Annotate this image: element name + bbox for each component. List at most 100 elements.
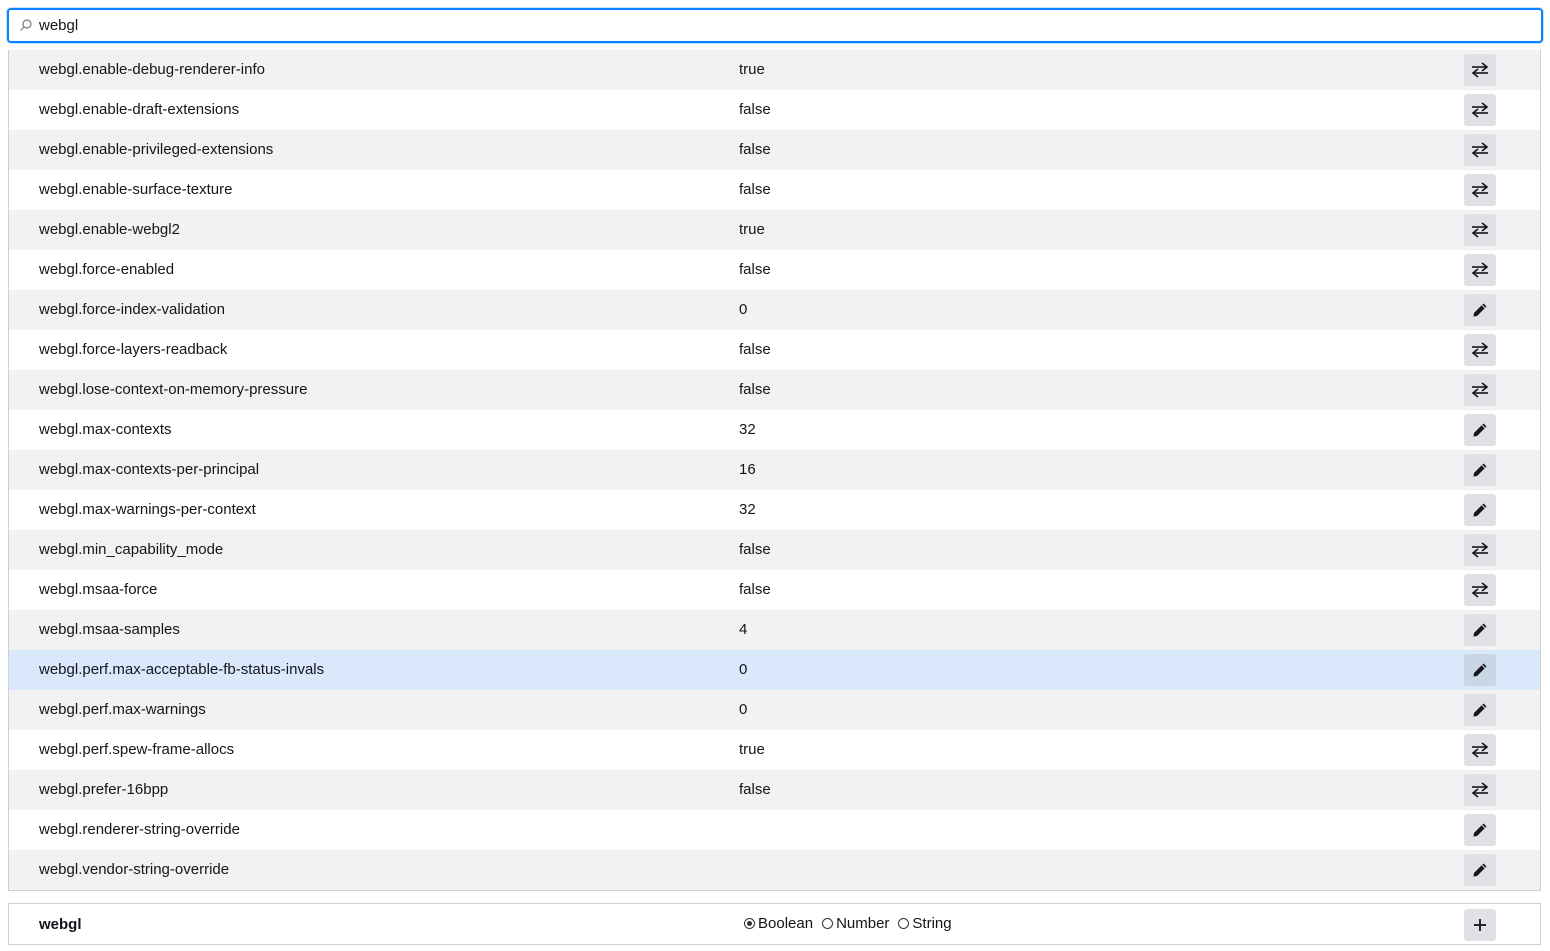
toggle-button[interactable] [1464, 734, 1496, 766]
pencil-icon [1473, 303, 1487, 317]
radio-button[interactable] [822, 918, 834, 929]
pref-value: false [739, 181, 771, 198]
pref-row[interactable]: webgl.msaa-force false [9, 570, 1540, 610]
pref-row[interactable]: webgl.max-warnings-per-context 32 [9, 490, 1540, 530]
add-preference-row: webgl Boolean Number String [8, 903, 1541, 945]
pref-name: webgl.perf.max-warnings [39, 701, 206, 718]
toggle-button[interactable] [1464, 174, 1496, 206]
pref-row[interactable]: webgl.enable-draft-extensions false [9, 90, 1540, 130]
pref-row[interactable]: webgl.enable-surface-texture false [9, 170, 1540, 210]
type-radio-number[interactable]: Number [822, 915, 889, 932]
edit-button[interactable] [1464, 454, 1496, 486]
pref-name: webgl.min_capability_mode [39, 541, 224, 558]
pref-value: 32 [739, 421, 756, 438]
toggle-button[interactable] [1464, 374, 1496, 406]
pref-row[interactable]: webgl.max-contexts 32 [9, 410, 1540, 450]
toggle-icon [1471, 342, 1489, 358]
pref-row[interactable]: webgl.renderer-string-override [9, 810, 1540, 850]
plus-icon [1474, 919, 1486, 931]
add-preference-button[interactable] [1464, 909, 1496, 941]
toggle-icon [1471, 262, 1489, 278]
pref-name: webgl.enable-surface-texture [39, 181, 233, 198]
edit-button[interactable] [1464, 814, 1496, 846]
pref-row[interactable]: webgl.force-index-validation 0 [9, 290, 1540, 330]
toggle-icon [1471, 222, 1489, 238]
edit-button[interactable] [1464, 854, 1496, 886]
toggle-button[interactable] [1464, 574, 1496, 606]
pref-name: webgl.enable-debug-renderer-info [39, 61, 265, 78]
radio-button[interactable] [744, 918, 755, 929]
edit-button[interactable] [1464, 654, 1496, 686]
toggle-button[interactable] [1464, 334, 1496, 366]
pref-value: true [739, 741, 765, 758]
edit-button[interactable] [1464, 294, 1496, 326]
pref-row[interactable]: webgl.perf.max-acceptable-fb-status-inva… [9, 650, 1540, 690]
pref-name: webgl.max-contexts-per-principal [39, 461, 260, 478]
pref-row[interactable]: webgl.enable-webgl2 true [9, 210, 1540, 250]
new-preference-name: webgl [39, 916, 82, 933]
radio-button[interactable] [898, 918, 910, 929]
pref-name: webgl.vendor-string-override [39, 861, 230, 878]
pref-row[interactable]: webgl.msaa-samples 4 [9, 610, 1540, 650]
pencil-icon [1473, 823, 1487, 837]
pref-row[interactable]: webgl.vendor-string-override [9, 850, 1540, 890]
pref-value: 32 [739, 501, 756, 518]
toggle-icon [1471, 582, 1489, 598]
toggle-button[interactable] [1464, 94, 1496, 126]
pref-value: false [739, 261, 771, 278]
pref-value: true [739, 221, 765, 238]
pref-name: webgl.perf.max-acceptable-fb-status-inva… [39, 661, 325, 678]
pref-value: false [739, 381, 771, 398]
toggle-button[interactable] [1464, 534, 1496, 566]
pref-row[interactable]: webgl.min_capability_mode false [9, 530, 1540, 570]
pref-row[interactable]: webgl.prefer-16bpp false [9, 770, 1540, 810]
toggle-icon [1471, 102, 1489, 118]
pref-value: 0 [739, 301, 748, 318]
pencil-icon [1473, 863, 1487, 877]
pref-value: 0 [739, 701, 748, 718]
pref-value: false [739, 581, 771, 598]
pencil-icon [1473, 503, 1487, 517]
pref-name: webgl.enable-privileged-extensions [39, 141, 274, 158]
pref-name: webgl.renderer-string-override [39, 821, 240, 838]
type-radio-string[interactable]: String [898, 915, 952, 932]
pref-name: webgl.lose-context-on-memory-pressure [39, 381, 308, 398]
pref-row[interactable]: webgl.enable-debug-renderer-info true [9, 50, 1540, 90]
pref-row[interactable]: webgl.lose-context-on-memory-pressure fal… [9, 370, 1540, 410]
pref-value: 0 [739, 661, 748, 678]
pencil-icon [1473, 463, 1487, 477]
toggle-button[interactable] [1464, 54, 1496, 86]
edit-button[interactable] [1464, 614, 1496, 646]
radio-label: Boolean [758, 915, 814, 932]
toggle-icon [1471, 62, 1489, 78]
pref-value: false [739, 541, 771, 558]
pref-row[interactable]: webgl.force-enabled false [9, 250, 1540, 290]
pref-name: webgl.msaa-force [39, 581, 158, 598]
pref-name: webgl.force-layers-readback [39, 341, 228, 358]
edit-button[interactable] [1464, 494, 1496, 526]
search-box[interactable] [7, 8, 1543, 43]
search-input[interactable] [39, 13, 1529, 38]
pref-name: webgl.max-contexts [39, 421, 172, 438]
toggle-button[interactable] [1464, 214, 1496, 246]
pref-value: false [739, 101, 771, 118]
toggle-icon [1471, 782, 1489, 798]
radio-label: String [912, 915, 952, 932]
toggle-button[interactable] [1464, 254, 1496, 286]
pencil-icon [1473, 663, 1487, 677]
pref-name: webgl.enable-webgl2 [39, 221, 180, 238]
preferences-table: webgl.enable-debug-renderer-info true webg… [8, 50, 1541, 891]
toggle-icon [1471, 542, 1489, 558]
pref-row[interactable]: webgl.enable-privileged-extensions false [9, 130, 1540, 170]
edit-button[interactable] [1464, 694, 1496, 726]
pref-row[interactable]: webgl.max-contexts-per-principal 16 [9, 450, 1540, 490]
pref-row[interactable]: webgl.perf.max-warnings 0 [9, 690, 1540, 730]
toggle-icon [1471, 182, 1489, 198]
toggle-button[interactable] [1464, 774, 1496, 806]
pref-row[interactable]: webgl.perf.spew-frame-allocs true [9, 730, 1540, 770]
toggle-icon [1471, 142, 1489, 158]
toggle-button[interactable] [1464, 134, 1496, 166]
type-radio-boolean[interactable]: Boolean [744, 915, 813, 932]
edit-button[interactable] [1464, 414, 1496, 446]
pref-row[interactable]: webgl.force-layers-readback false [9, 330, 1540, 370]
